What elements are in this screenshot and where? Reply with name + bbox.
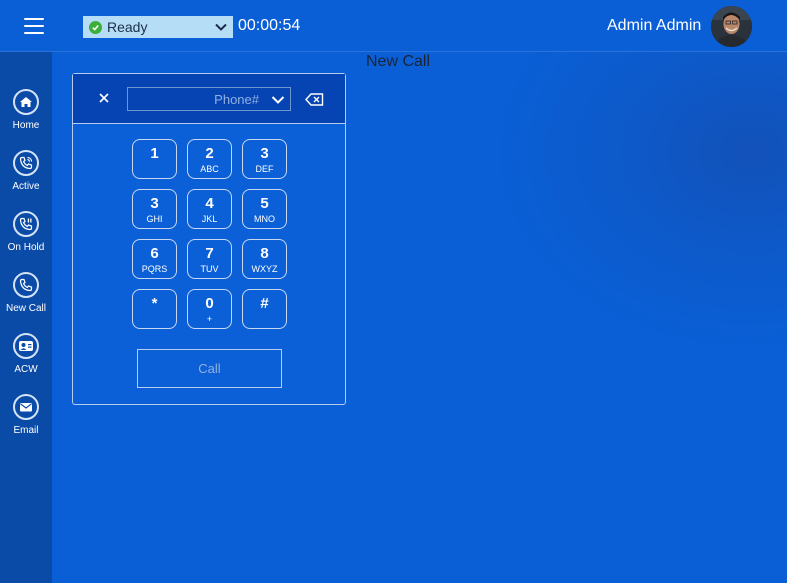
key-letters: PQRS — [141, 264, 168, 274]
chevron-down-icon[interactable] — [271, 93, 285, 111]
backspace-icon[interactable] — [305, 93, 324, 111]
key-letters: JKL — [201, 214, 218, 224]
top-bar: Ready 00:00:54 Admin Admin — [0, 0, 787, 52]
user-name: Admin Admin — [607, 17, 702, 34]
dialpad-key-jkl[interactable]: 4 JKL — [187, 189, 232, 229]
sidebar-item-home[interactable]: Home — [0, 89, 52, 145]
home-icon — [13, 89, 39, 115]
sidebar-item-new-call[interactable]: New Call — [0, 272, 52, 328]
sidebar-item-active[interactable]: Active — [0, 150, 52, 206]
key-digit: 0 — [205, 295, 214, 312]
phone-icon — [13, 272, 39, 298]
on-hold-icon — [13, 211, 39, 237]
dialpad-key-pqrs[interactable]: 6 PQRS — [132, 239, 177, 279]
hamburger-menu-icon[interactable] — [20, 16, 48, 36]
sidebar-item-label: On Hold — [7, 242, 45, 253]
dialpad-key-mno[interactable]: 5 MNO — [242, 189, 287, 229]
key-digit: 7 — [205, 245, 214, 262]
sidebar-item-on-hold[interactable]: On Hold — [0, 211, 52, 267]
dialpad-header — [73, 74, 345, 124]
active-call-icon — [13, 150, 39, 176]
dialpad-key-1[interactable]: 1 — [132, 139, 177, 179]
dialpad-key-wxyz[interactable]: 8 WXYZ — [242, 239, 287, 279]
key-digit: 6 — [150, 245, 159, 262]
key-letters: WXYZ — [251, 264, 278, 274]
sidebar-item-label: Active — [12, 181, 40, 192]
sidebar-item-label: New Call — [5, 303, 46, 314]
dialpad-panel: 1 2 ABC 3 DEF 3 GHI 4 JKL 5 MNO 6 PQRS 7… — [72, 73, 346, 405]
key-digit: 5 — [260, 195, 269, 212]
email-icon — [13, 394, 39, 420]
check-circle-icon — [89, 20, 102, 34]
sidebar-item-email[interactable]: Email — [0, 394, 52, 450]
key-letters: GHI — [146, 214, 163, 224]
key-letters: + — [206, 314, 213, 324]
sidebar-item-acw[interactable]: ACW — [0, 333, 52, 389]
key-digit: 3 — [150, 195, 159, 212]
key-digit: 1 — [150, 145, 159, 162]
key-letters: ABC — [200, 164, 219, 174]
acw-icon — [13, 333, 39, 359]
dialpad-key-star[interactable]: * — [132, 289, 177, 329]
key-digit: 2 — [205, 145, 214, 162]
key-digit: * — [151, 295, 158, 312]
sidebar: Home Active On Hold New Call ACW Email — [0, 52, 52, 583]
phone-number-input[interactable] — [128, 88, 262, 110]
status-timer: 00:00:54 — [238, 17, 301, 34]
sidebar-item-label: Email — [13, 425, 39, 436]
key-digit: # — [260, 295, 269, 312]
page-title: New Call — [366, 53, 431, 70]
key-digit: 4 — [205, 195, 214, 212]
dialpad-key-tuv[interactable]: 7 TUV — [187, 239, 232, 279]
key-letters: TUV — [200, 264, 219, 274]
dialpad-key-ghi[interactable]: 3 GHI — [132, 189, 177, 229]
key-digit: 3 — [260, 145, 269, 162]
agent-status-select[interactable]: Ready — [83, 16, 233, 38]
dialpad-key-0[interactable]: 0 + — [187, 289, 232, 329]
call-button[interactable]: Call — [137, 349, 282, 388]
chevron-down-icon — [214, 20, 228, 37]
user-avatar[interactable] — [711, 6, 752, 47]
sidebar-item-label: ACW — [14, 364, 38, 375]
key-letters: MNO — [254, 214, 275, 224]
key-digit: 8 — [260, 245, 269, 262]
dialpad-key-2[interactable]: 2 ABC — [187, 139, 232, 179]
sidebar-item-label: Home — [12, 120, 40, 131]
close-icon[interactable] — [97, 91, 111, 105]
agent-status-value: Ready — [107, 19, 148, 35]
phone-number-field — [127, 87, 291, 111]
key-letters: DEF — [255, 164, 274, 174]
dialpad-key-hash[interactable]: # — [242, 289, 287, 329]
dialpad-key-3[interactable]: 3 DEF — [242, 139, 287, 179]
